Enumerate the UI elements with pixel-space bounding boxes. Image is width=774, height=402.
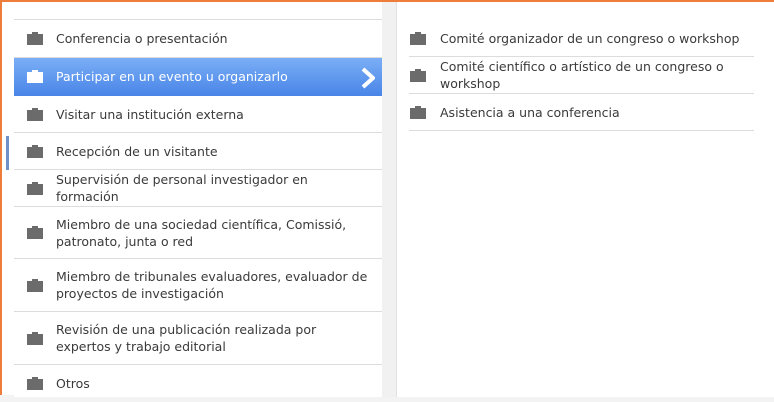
category-item-revision[interactable]: Revisión de una publicación realizada po… (14, 312, 382, 365)
category-item-tribunales[interactable]: Miembro de tribunales evaluadores, evalu… (14, 259, 382, 312)
category-label: Supervisión de personal investigador en … (56, 172, 308, 204)
category-label: Recepción de un visitante (56, 143, 218, 159)
category-item-supervision[interactable]: Supervisión de personal investigador en … (14, 170, 382, 207)
subcategory-label: Asistencia a una conferencia (440, 104, 620, 120)
briefcase-icon (27, 70, 43, 83)
briefcase-icon (27, 107, 43, 121)
category-item-sociedad[interactable]: Miembro de una sociedad científica, Comi… (14, 207, 382, 259)
category-item-otros[interactable]: Otros (14, 365, 382, 402)
subcategory-item-asistencia[interactable]: Asistencia a una conferencia (409, 94, 754, 131)
category-label: Miembro de una sociedad científica, Comi… (56, 216, 347, 249)
chevron-right-icon (361, 67, 375, 89)
app-frame: Conferencia o presentación Participar en… (0, 0, 774, 397)
category-label: Participar en un evento u organizarlo (56, 69, 288, 84)
briefcase-icon (27, 32, 43, 45)
subcategory-list: Comité organizador de un congreso o work… (397, 2, 774, 397)
briefcase-icon (27, 377, 43, 390)
briefcase-icon (410, 68, 426, 82)
briefcase-icon (410, 31, 426, 45)
category-item-participar[interactable]: Participar en un evento u organizarlo (14, 58, 382, 96)
category-item-conferencia[interactable]: Conferencia o presentación (14, 20, 382, 58)
column-divider (382, 2, 396, 397)
category-label: Revisión de una publicación realizada po… (56, 322, 317, 354)
category-item-recepcion[interactable]: Recepción de un visitante (14, 133, 382, 170)
category-item-visitar[interactable]: Visitar una institución externa (14, 96, 382, 133)
subcategory-item-comite-organizador[interactable]: Comité organizador de un congreso o work… (409, 20, 754, 57)
category-label: Visitar una institución externa (56, 106, 244, 122)
briefcase-icon (27, 278, 43, 292)
subcategory-item-comite-cientifico[interactable]: Comité científico o artístico de un cong… (409, 57, 754, 94)
briefcase-icon (27, 226, 43, 239)
briefcase-icon (410, 105, 426, 119)
scroll-indicator (6, 136, 9, 170)
subcategory-label: Comité científico o artístico de un cong… (440, 59, 724, 91)
briefcase-icon (27, 144, 43, 158)
category-label: Otros (56, 376, 90, 391)
briefcase-icon (27, 181, 43, 195)
category-label: Conferencia o presentación (56, 31, 228, 46)
subcategory-label: Comité organizador de un congreso o work… (440, 30, 740, 46)
category-label: Miembro de tribunales evaluadores, evalu… (56, 269, 368, 301)
briefcase-icon (27, 331, 43, 345)
category-list: Conferencia o presentación Participar en… (14, 2, 382, 397)
